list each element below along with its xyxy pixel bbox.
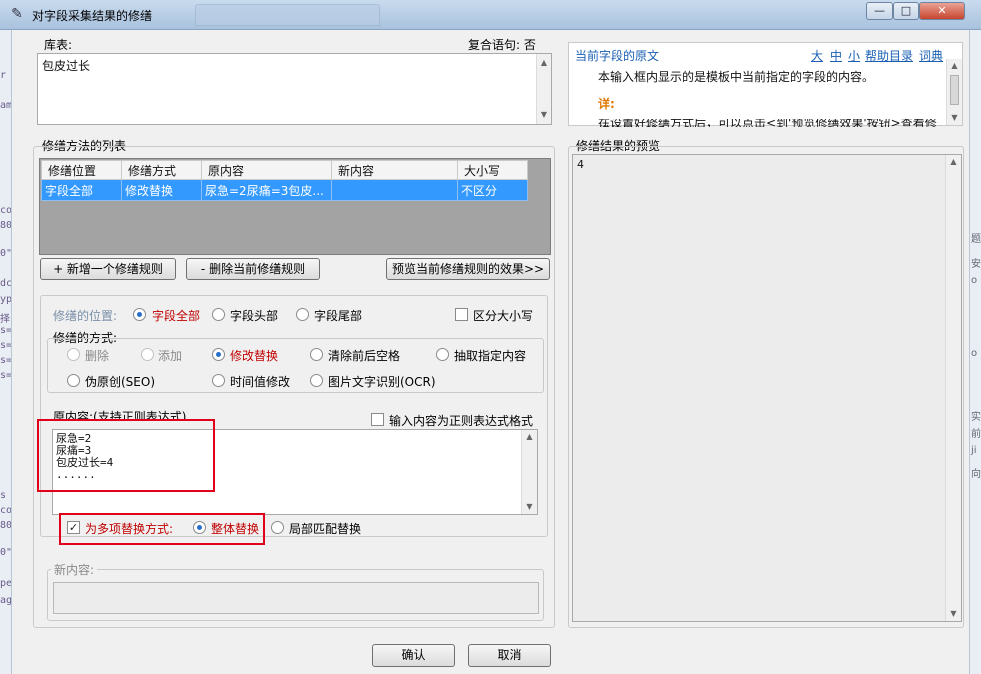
new-content-field[interactable] [53,582,539,614]
table-cell [331,179,458,201]
scroll-up-icon[interactable]: ▲ [947,59,962,73]
background-editor-left: r am co 80 0" dc yp 择 s= s= s= s= s co 80 0" pe ag [0,30,12,674]
scroll-up-icon[interactable]: ▲ [946,155,961,169]
position-radio-head[interactable] [212,308,225,321]
table-cell: 字段全部 [41,179,122,201]
position-label: 修缮的位置: [53,309,118,323]
method-radio-ocr[interactable] [310,374,323,387]
original-text-title: 当前字段的原文 [575,49,660,63]
table-header-row: 修缮位置 修缮方式 原内容 新内容 大小写 [41,160,528,180]
multi-replace-label[interactable]: 为多项替换方式: [85,520,173,537]
table-cell: 不区分 [457,179,528,201]
partial-replace-radio[interactable] [271,521,284,534]
method-radio-replace[interactable] [212,348,225,361]
case-sensitive-checkbox[interactable] [455,308,468,321]
method-radio-extract[interactable] [436,348,449,361]
whole-replace-radio[interactable] [193,521,206,534]
method-option-extract[interactable]: 抽取指定内容 [454,347,526,364]
original-text-panel: 当前字段的原文 大 中 小 帮助目录 词典 本输入框内显示的是模板中当前指定的字… [568,42,963,127]
source-table-value: 包皮过长 [42,59,91,73]
original-text-body: 本输入框内显示的是模板中当前指定的字段的内容。 [598,70,875,84]
position-radio-tail[interactable] [296,308,309,321]
highlight-box-original [37,419,215,492]
preview-rule-button[interactable]: 预览当前修缮规则的效果>> [386,258,550,280]
app-icon: ✎ [11,6,23,22]
position-option-head[interactable]: 字段头部 [230,307,278,324]
method-radio-add[interactable] [141,348,154,361]
dictionary-link[interactable]: 词典 [919,47,943,64]
scroll-down-icon[interactable]: ▼ [537,108,551,122]
table-cell: 修改替换 [121,179,202,201]
column-header[interactable]: 大小写 [457,160,528,180]
maximize-icon: □ [900,4,912,17]
source-table-field[interactable]: 包皮过长 ▲ ▼ [37,53,552,125]
maximize-button[interactable]: □ [893,2,919,20]
preview-scrollbar[interactable]: ▲ ▼ [945,155,961,621]
case-sensitive-label[interactable]: 区分大小写 [473,307,533,324]
column-header[interactable]: 修缮位置 [41,160,122,180]
background-window-tab [195,4,380,26]
table-cell: 尿急=2尿痛=3包皮... [201,179,332,201]
minimize-button[interactable]: — [866,2,893,20]
method-option-ocr[interactable]: 图片文字识别(OCR) [328,373,436,390]
method-radio-delete[interactable] [67,348,80,361]
scroll-down-icon[interactable]: ▼ [947,111,962,125]
background-editor-right: 题安oo 实前 ji 向 [969,30,981,674]
scroll-thumb[interactable] [950,75,959,105]
method-radio-seo[interactable] [67,374,80,387]
original-text-more: 在设置好修缮方式后，可以点击<到'预览修缮效果'按钮>查看修缮结果，输入... [598,119,937,127]
scroll-down-icon[interactable]: ▼ [522,500,537,514]
table-row[interactable]: 字段全部 修改替换 尿急=2尿痛=3包皮... 不区分 [41,179,528,201]
method-list-table[interactable]: 修缮位置 修缮方式 原内容 新内容 大小写 字段全部 修改替换 尿急=2尿痛=3… [39,158,551,255]
column-header[interactable]: 原内容 [201,160,332,180]
ok-button[interactable]: 确认 [372,644,455,667]
method-option-delete[interactable]: 删除 [85,347,109,364]
multi-replace-checkbox[interactable]: ✓ [67,521,80,534]
whole-replace-label[interactable]: 整体替换 [211,520,259,537]
preview-value: 4 [577,158,584,171]
method-radio-time[interactable] [212,374,225,387]
close-button[interactable]: ✕ [919,2,965,20]
preview-field[interactable]: 4 ▲ ▼ [572,154,962,622]
position-radio-all[interactable] [133,308,146,321]
detail-label: 详: [598,97,615,111]
position-option-tail[interactable]: 字段尾部 [314,307,362,324]
compound-statement-value: 否 [523,38,536,52]
method-option-trim[interactable]: 清除前后空格 [328,347,400,364]
new-content-label: 新内容: [51,561,98,578]
font-large-link[interactable]: 大 [811,47,823,64]
compound-statement-label: 复合语句: 否 [468,38,536,52]
scroll-up-icon[interactable]: ▲ [522,430,537,444]
method-radio-trim[interactable] [310,348,323,361]
regex-checkbox-label[interactable]: 输入内容为正则表达式格式 [389,412,533,429]
method-option-time[interactable]: 时间值修改 [230,373,290,390]
delete-rule-button[interactable]: - 删除当前修缮规则 [186,258,320,280]
method-option-replace[interactable]: 修改替换 [230,347,278,364]
column-header[interactable]: 修缮方式 [121,160,202,180]
source-table-label: 库表: [44,38,73,52]
window-title: 对字段采集结果的修缮 [32,9,153,23]
method-option-add[interactable]: 添加 [158,347,182,364]
source-scrollbar[interactable]: ▲ ▼ [536,54,551,124]
original-text-scrollbar[interactable]: ▲ ▼ [946,59,962,125]
add-rule-button[interactable]: + 新增一个修缮规则 [40,258,176,280]
method-option-seo[interactable]: 伪原创(SEO) [85,373,155,390]
position-option-all[interactable]: 字段全部 [152,307,200,324]
scroll-up-icon[interactable]: ▲ [537,56,551,70]
font-small-link[interactable]: 小 [848,47,860,64]
font-medium-link[interactable]: 中 [830,47,842,64]
regex-checkbox[interactable] [371,413,384,426]
scroll-down-icon[interactable]: ▼ [946,607,961,621]
minimize-icon: — [874,4,885,17]
original-content-scrollbar[interactable]: ▲ ▼ [521,430,537,514]
help-link[interactable]: 帮助目录 [865,47,913,64]
close-icon: ✕ [937,4,947,17]
cancel-button[interactable]: 取消 [468,644,551,667]
column-header[interactable]: 新内容 [331,160,458,180]
partial-replace-label[interactable]: 局部匹配替换 [289,520,361,537]
